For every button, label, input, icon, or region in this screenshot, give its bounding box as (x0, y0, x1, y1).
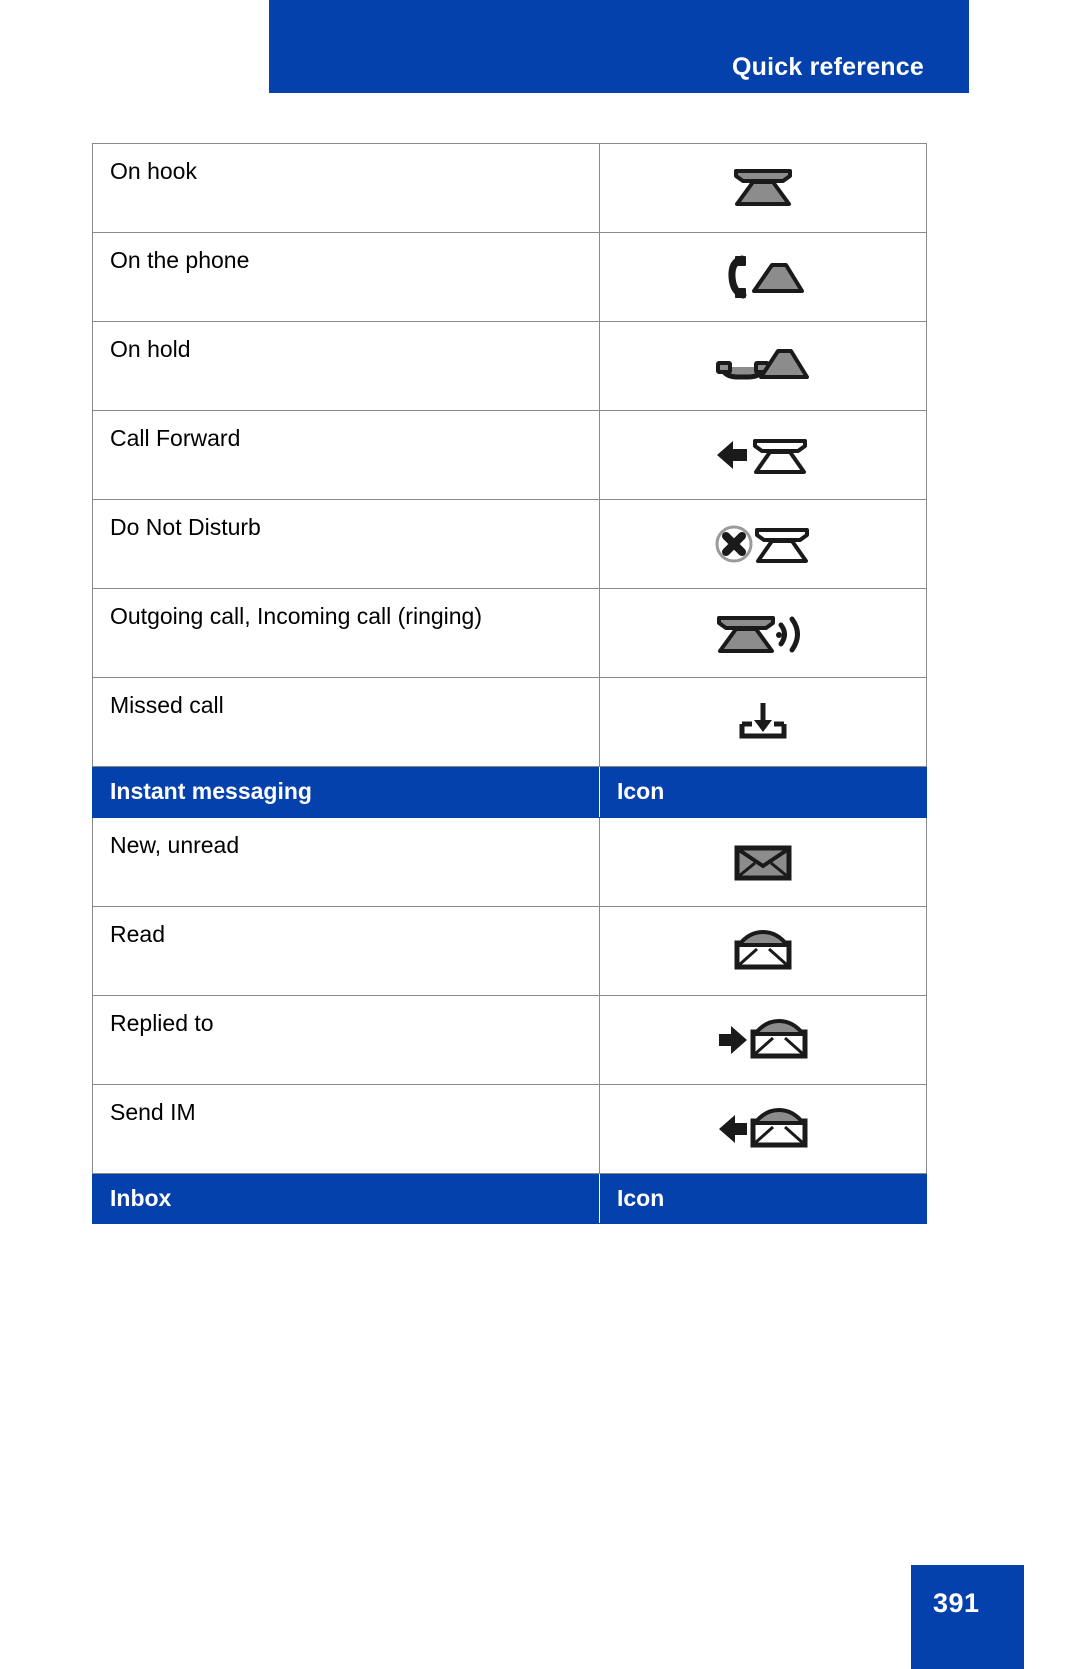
page-number: 391 (933, 1588, 980, 1618)
table-row: Send IM (92, 1083, 927, 1174)
row-icon-cell (599, 321, 927, 411)
row-icon-cell (599, 588, 927, 678)
row-label: On hook (110, 158, 197, 184)
phone-ringing-icon (708, 605, 818, 661)
row-icon-cell (599, 143, 927, 233)
row-icon-cell (599, 499, 927, 589)
section-icon-column-title: Icon (617, 1184, 665, 1211)
row-icon-cell (599, 677, 927, 767)
row-icon-cell (599, 1083, 927, 1174)
phone-on-hold-icon (708, 338, 818, 394)
table-row: New, unread (92, 816, 927, 907)
quick-reference-table: On hook On the phone On hold Call Forwar… (92, 143, 927, 1225)
row-label: On the phone (110, 247, 250, 273)
row-label-cell: On the phone (92, 232, 600, 322)
row-label-cell: On hook (92, 143, 600, 233)
row-label: Read (110, 920, 165, 947)
section-header-row: Inbox Icon (92, 1172, 927, 1225)
envelope-send-icon (708, 1101, 818, 1157)
row-label-cell: Outgoing call, Incoming call (ringing) (92, 588, 600, 678)
row-label: On hold (110, 336, 191, 362)
section-header-row: Instant messaging Icon (92, 766, 927, 818)
page-header-banner: Quick reference (269, 0, 969, 93)
row-label-cell: Send IM (92, 1083, 600, 1174)
section-label-cell: Inbox (92, 1172, 600, 1225)
table-row: On hold (92, 321, 927, 411)
row-label-cell: Replied to (92, 994, 600, 1085)
table-row: On the phone (92, 232, 927, 322)
phone-on-hook-icon (708, 160, 818, 216)
table-row: Read (92, 905, 927, 996)
row-label-cell: Missed call (92, 677, 600, 767)
call-forward-icon (708, 427, 818, 483)
envelope-replied-icon (708, 1012, 818, 1068)
row-label: Missed call (110, 692, 224, 718)
table-row: Call Forward (92, 410, 927, 500)
row-label: New, unread (110, 831, 240, 858)
table-row: Outgoing call, Incoming call (ringing) (92, 588, 927, 678)
missed-call-icon (708, 694, 818, 750)
row-icon-cell (599, 994, 927, 1085)
page-number-block: 391 (911, 1565, 1024, 1669)
row-label-cell: Do Not Disturb (92, 499, 600, 589)
row-label: Send IM (110, 1098, 196, 1125)
section-icon-column-title: Icon (617, 778, 665, 804)
section-icon-cell: Icon (599, 1172, 927, 1225)
do-not-disturb-icon (708, 516, 818, 572)
section-title: Instant messaging (110, 778, 312, 804)
row-icon-cell (599, 905, 927, 996)
section-icon-cell: Icon (599, 766, 927, 818)
table-row: Missed call (92, 677, 927, 767)
envelope-open-icon (708, 923, 818, 979)
page-title: Quick reference (732, 53, 924, 81)
row-icon-cell (599, 816, 927, 907)
row-label-cell: On hold (92, 321, 600, 411)
row-label: Outgoing call, Incoming call (ringing) (110, 603, 483, 629)
section-title: Inbox (110, 1184, 172, 1211)
table-body: On hook On the phone On hold Call Forwar… (92, 143, 927, 1225)
row-label-cell: New, unread (92, 816, 600, 907)
section-label-cell: Instant messaging (92, 766, 600, 818)
table-row: Replied to (92, 994, 927, 1085)
table-row: On hook (92, 143, 927, 233)
envelope-closed-icon (708, 834, 818, 890)
row-label: Do Not Disturb (110, 514, 261, 540)
row-icon-cell (599, 232, 927, 322)
phone-off-hook-icon (708, 249, 818, 305)
row-label-cell: Call Forward (92, 410, 600, 500)
row-label: Replied to (110, 1009, 214, 1036)
row-label-cell: Read (92, 905, 600, 996)
row-icon-cell (599, 410, 927, 500)
table-row: Do Not Disturb (92, 499, 927, 589)
row-label: Call Forward (110, 425, 241, 451)
